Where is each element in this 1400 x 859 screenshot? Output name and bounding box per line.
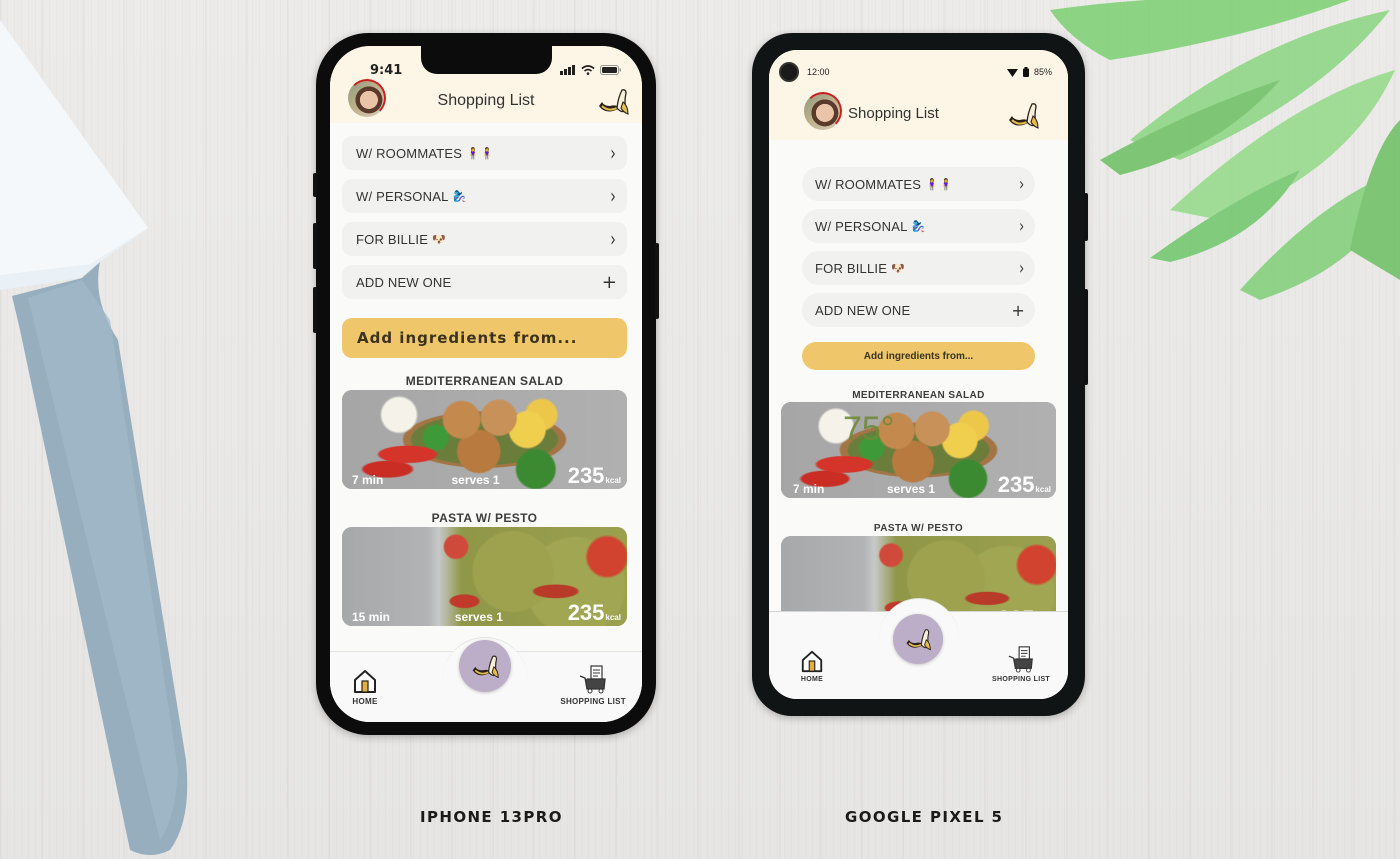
iphone-device-frame: 9:41 Shopping List W/ ROOMMATES 🧍‍♀️🧍‍♀️ … (313, 33, 659, 735)
battery-icon (1022, 67, 1029, 77)
notch (421, 46, 552, 74)
list-item-billie[interactable]: FOR BILLIE 🐶 › (802, 251, 1035, 285)
list-item-label: W/ ROOMMATES (815, 176, 922, 192)
dog-emoji-icon: 🐶 (891, 262, 905, 275)
plus-icon: + (601, 271, 617, 293)
tab-shopping-list[interactable]: SHOPPING LIST (992, 645, 1050, 683)
home-icon (354, 670, 376, 693)
bottom-tab-bar: HOME SHOPPING LIST (330, 637, 642, 722)
knife-decoration (0, 20, 188, 855)
dog-emoji-icon: 🐶 (432, 233, 446, 246)
recipe-serves: serves 1 (451, 473, 500, 487)
recipe-card-salad[interactable]: 75° 7 min serves 1 235kcal (781, 402, 1056, 498)
chevron-right-icon: › (610, 227, 616, 251)
tab-home-label: HOME (352, 697, 378, 706)
list-item-label: W/ PERSONAL (815, 218, 908, 234)
list-item-roommates[interactable]: W/ ROOMMATES 🧍‍♀️🧍‍♀️ › (342, 136, 627, 170)
list-item-label: FOR BILLIE (815, 260, 888, 276)
signal-icon (560, 65, 575, 75)
home-icon (801, 650, 823, 673)
banana-fab-button[interactable] (459, 640, 511, 692)
list-item-label: W/ PERSONAL (356, 188, 449, 204)
status-time: 12:00 (807, 67, 830, 77)
banana-icon (472, 655, 499, 679)
chevron-right-icon: › (1018, 257, 1024, 279)
status-time: 9:41 (370, 62, 403, 78)
avatar[interactable] (804, 92, 842, 130)
shopping-cart-icon (1008, 646, 1033, 673)
wifi-icon (581, 65, 595, 75)
pixel-label: GOOGLE PIXEL 5 (845, 808, 1004, 826)
recipe-calories: 235kcal (567, 600, 621, 625)
add-ingredients-button[interactable]: Add ingredients from... (342, 318, 627, 358)
tab-shopping-list-label: SHOPPING LIST (560, 697, 626, 706)
list-item-billie[interactable]: FOR BILLIE 🐶 › (342, 222, 627, 256)
bottom-tab-bar: HOME SHOPPING LIST (769, 598, 1068, 699)
app-header: 12:00 85% Shopping List (769, 50, 1068, 140)
genie-emoji-icon: 🧞‍♀️ (452, 190, 467, 203)
iphone-screen: 9:41 Shopping List W/ ROOMMATES 🧍‍♀️🧍‍♀️ … (330, 46, 642, 722)
chevron-right-icon: › (1018, 215, 1024, 237)
tab-shopping-list[interactable]: SHOPPING LIST (560, 664, 626, 706)
recipe-title: MEDITERRANEAN SALAD (405, 374, 564, 388)
list-item-label: ADD NEW ONE (815, 302, 911, 318)
tab-home-label: HOME (800, 676, 824, 683)
add-new-list-button[interactable]: ADD NEW ONE + (342, 265, 627, 299)
chevron-right-icon: › (610, 141, 616, 165)
shopping-lists: W/ ROOMMATES 🧍‍♀️🧍‍♀️ › W/ PERSONAL 🧞‍♀️ ›… (802, 167, 1035, 335)
pixel-screen: 12:00 85% Shopping List W/ ROOMMATES 🧍‍♀️… (769, 50, 1068, 699)
banana-logo-icon (599, 89, 629, 115)
genie-emoji-icon: 🧞‍♀️ (911, 220, 926, 233)
list-item-label: ADD NEW ONE (356, 274, 452, 290)
iphone-label: IPHONE 13PRO (420, 808, 563, 826)
wifi-icon (1006, 68, 1018, 77)
recipe-title: PASTA W/ PESTO (431, 511, 538, 525)
recipe-title: PASTA W/ PESTO (873, 523, 964, 534)
pixel-device-frame: 12:00 85% Shopping List W/ ROOMMATES 🧍‍♀️… (752, 33, 1088, 716)
recipe-serves: serves 1 (887, 482, 936, 496)
list-item-label: W/ ROOMMATES (356, 145, 463, 161)
add-new-list-button[interactable]: ADD NEW ONE + (802, 293, 1035, 327)
banana-icon (906, 629, 931, 651)
battery-icon (600, 65, 621, 75)
banana-logo-icon (1009, 103, 1039, 129)
list-item-personal[interactable]: W/ PERSONAL 🧞‍♀️ › (802, 209, 1035, 243)
recipe-calories: 235kcal (997, 472, 1051, 497)
recipe-card-salad[interactable]: 7 min serves 1 235kcal (342, 390, 627, 489)
tab-home[interactable]: HOME (352, 668, 378, 706)
status-bar: 12:00 85% (769, 50, 1068, 84)
list-item-label: FOR BILLIE (356, 231, 429, 247)
recipe-time: 7 min (352, 473, 384, 487)
tab-shopping-list-label: SHOPPING LIST (992, 676, 1050, 683)
battery-percent: 85% (1033, 67, 1052, 77)
shopping-lists: W/ ROOMMATES 🧍‍♀️🧍‍♀️ › W/ PERSONAL 🧞‍♀️ ›… (342, 136, 627, 308)
recipe-title: MEDITERRANEAN SALAD (852, 390, 985, 401)
camera-cutout (779, 62, 799, 82)
people-emoji-icon: 🧍‍♀️🧍‍♀️ (466, 147, 494, 160)
plus-icon: + (1011, 300, 1025, 320)
banana-fab-button[interactable] (893, 614, 943, 664)
shopping-cart-icon (579, 665, 606, 694)
people-emoji-icon: 🧍‍♀️🧍‍♀️ (925, 178, 953, 191)
add-ingredients-button[interactable]: Add ingredients from... (802, 342, 1035, 370)
recipe-card-pasta[interactable]: 15 min serves 1 235kcal (342, 527, 627, 626)
list-item-roommates[interactable]: W/ ROOMMATES 🧍‍♀️🧍‍♀️ › (802, 167, 1035, 201)
recipe-serves: serves 1 (454, 610, 503, 624)
chevron-right-icon: › (610, 184, 616, 208)
temperature-overlay: 75° (843, 410, 895, 448)
list-item-personal[interactable]: W/ PERSONAL 🧞‍♀️ › (342, 179, 627, 213)
recipe-time: 7 min (793, 482, 825, 496)
recipe-calories: 235kcal (567, 463, 621, 488)
page-title: Shopping List (848, 105, 939, 122)
recipe-time: 15 min (352, 610, 391, 624)
chevron-right-icon: › (1018, 173, 1024, 195)
tab-home[interactable]: HOME (800, 649, 824, 683)
